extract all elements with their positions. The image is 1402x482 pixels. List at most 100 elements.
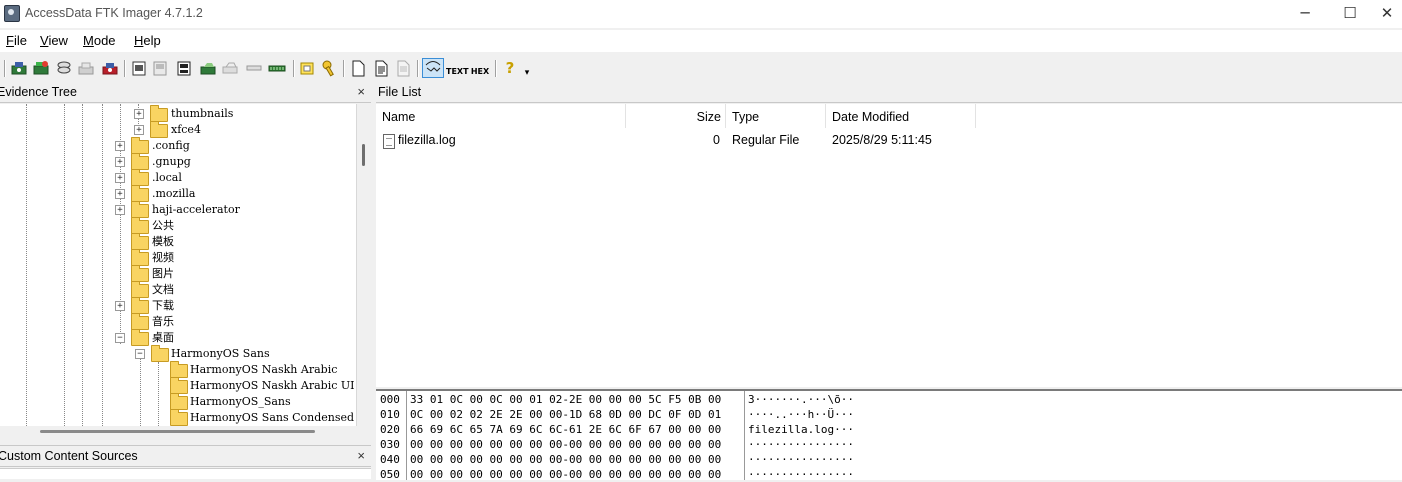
tree-node-public[interactable]: 公共 — [115, 217, 355, 234]
expand-icon[interactable]: + — [115, 173, 125, 183]
hex-offset: 000 — [380, 393, 400, 406]
collapse-icon[interactable]: − — [135, 349, 145, 359]
tree-node-downloads[interactable]: + 下载 — [115, 297, 355, 314]
tree-node-desktop[interactable]: − 桌面 — [115, 329, 355, 346]
folder-icon — [131, 169, 149, 186]
toolbar-overflow-icon[interactable]: ▾ — [522, 64, 532, 82]
minimize-button[interactable]: ─ — [1282, 2, 1328, 26]
tree-node-mozilla[interactable]: + .mozilla — [115, 185, 355, 202]
expand-icon[interactable]: + — [134, 109, 144, 119]
tree-node-music[interactable]: 音乐 — [115, 313, 355, 330]
expand-icon[interactable]: + — [115, 205, 125, 215]
remove-evidence-item-icon[interactable] — [77, 59, 95, 77]
maximize-button[interactable]: ☐ — [1327, 2, 1373, 26]
tree-node-label: 公共 — [152, 219, 174, 232]
create-custom-content-image-icon[interactable] — [221, 59, 239, 77]
evidence-tree-horizontal-scrollbar[interactable] — [0, 426, 371, 440]
close-button[interactable]: ✕ — [1372, 2, 1402, 26]
file-date-modified: 2025/8/29 5:11:45 — [832, 133, 932, 147]
remove-all-evidence-icon[interactable] — [101, 59, 119, 77]
add-to-custom-content-icon[interactable] — [199, 59, 217, 77]
auto-view-icon[interactable] — [422, 58, 444, 78]
column-header-date-modified[interactable]: Date Modified — [826, 104, 976, 128]
tree-node-videos[interactable]: 视频 — [115, 249, 355, 266]
menu-mode[interactable]: Mode — [83, 33, 116, 48]
tree-node-harmonyos-sans[interactable]: − HarmonyOS Sans — [135, 345, 355, 362]
collapse-icon[interactable]: − — [115, 333, 125, 343]
create-disk-image-icon[interactable] — [130, 59, 148, 77]
tree-node-harmonyos-naskh-arabic-ui[interactable]: HarmonyOS Naskh Arabic UI — [168, 377, 356, 394]
tree-node-label: HarmonyOS Sans — [171, 347, 270, 360]
text-view-button[interactable]: TEXT — [446, 59, 469, 77]
scrollbar-thumb[interactable] — [40, 430, 315, 433]
hex-divider — [406, 391, 407, 480]
scrollbar-thumb[interactable] — [362, 144, 365, 166]
menu-mode-mnemonic: M — [83, 33, 94, 48]
tree-node-label: haji-accelerator — [152, 203, 240, 216]
tree-node-harmonyos-sans-underscore[interactable]: HarmonyOS_Sans — [168, 393, 356, 410]
expand-icon[interactable]: + — [115, 189, 125, 199]
expand-icon[interactable]: + — [115, 141, 125, 151]
tree-node-harmonyos-naskh-arabic[interactable]: HarmonyOS Naskh Arabic — [168, 361, 356, 378]
evidence-tree-vertical-scrollbar[interactable] — [357, 104, 371, 426]
decrypt-ad1-image-icon[interactable] — [245, 59, 263, 77]
expand-icon[interactable]: + — [115, 157, 125, 167]
menu-view[interactable]: View — [40, 33, 68, 48]
expand-icon[interactable]: + — [115, 301, 125, 311]
evidence-tree: + thumbnails + xfce4 + .config + .gnupg … — [0, 104, 357, 426]
add-evidence-item-icon[interactable] — [10, 59, 28, 77]
custom-content-close-icon[interactable]: × — [357, 446, 365, 466]
tree-node-label: HarmonyOS Naskh Arabic — [190, 363, 338, 376]
tree-node-pictures[interactable]: 图片 — [115, 265, 355, 282]
menu-mode-label: ode — [93, 33, 116, 48]
hex-ascii: ················ — [748, 438, 854, 451]
folder-icon — [131, 265, 149, 282]
export-logical-image-icon[interactable] — [175, 59, 193, 77]
hex-viewer[interactable]: 000 33 01 0C 00 0C 00 01 02-2E 00 00 00 5… — [376, 389, 1402, 481]
tree-guide-line — [26, 104, 27, 426]
folder-icon — [150, 105, 168, 122]
column-header-size[interactable]: Size — [626, 104, 726, 128]
tree-node-label: HarmonyOS_Sans — [190, 395, 291, 408]
capture-memory-icon[interactable] — [298, 59, 316, 77]
evidence-tree-close-icon[interactable]: × — [357, 82, 365, 102]
app-logo-icon — [4, 5, 20, 22]
obtain-protected-files-icon[interactable] — [320, 59, 338, 77]
folder-icon — [170, 361, 188, 378]
hex-bytes: 66 69 6C 65 7A 69 6C 6C-61 2E 6C 6F 67 0… — [410, 423, 722, 436]
image-mounting-icon[interactable] — [55, 59, 73, 77]
tree-node-local[interactable]: + .local — [115, 169, 355, 186]
help-icon[interactable]: ? — [501, 59, 519, 77]
toolbar-separator — [4, 60, 6, 77]
export-disk-image-icon[interactable] — [151, 59, 169, 77]
tree-node-config[interactable]: + .config — [115, 137, 355, 154]
new-file-icon[interactable] — [349, 59, 367, 77]
hex-offset: 020 — [380, 423, 400, 436]
column-header-name[interactable]: Name — [376, 104, 626, 128]
verify-drive-image-icon[interactable] — [268, 59, 286, 77]
folder-icon — [131, 217, 149, 234]
hex-view-button[interactable]: HEX — [469, 59, 491, 77]
menu-file[interactable]: File — [6, 33, 27, 48]
toolbar-separator — [293, 60, 295, 77]
tree-node-gnupg[interactable]: + .gnupg — [115, 153, 355, 170]
folder-icon — [131, 313, 149, 330]
tree-node-label: thumbnails — [171, 107, 234, 120]
hex-bytes: 00 00 00 00 00 00 00 00-00 00 00 00 00 0… — [410, 453, 722, 466]
hex-ascii: ················ — [748, 453, 854, 466]
tree-node-documents[interactable]: 文档 — [115, 281, 355, 298]
tree-node-haji-accelerator[interactable]: + haji-accelerator — [115, 201, 355, 218]
column-header-type[interactable]: Type — [726, 104, 826, 128]
tree-node-harmonyos-sans-condensed[interactable]: HarmonyOS Sans Condensed — [168, 409, 356, 426]
tree-node-xfce4[interactable]: + xfce4 — [134, 121, 354, 138]
tree-node-templates[interactable]: 模板 — [115, 233, 355, 250]
file-properties-icon[interactable] — [372, 59, 390, 77]
tree-node-thumbnails[interactable]: + thumbnails — [134, 105, 354, 122]
folder-icon — [150, 121, 168, 138]
menu-help[interactable]: Help — [134, 33, 161, 48]
tree-guide-line — [82, 104, 83, 426]
expand-icon[interactable]: + — [134, 125, 144, 135]
add-all-attached-devices-icon[interactable] — [32, 59, 50, 77]
export-files-icon[interactable] — [394, 59, 412, 77]
tree-node-label: HarmonyOS Sans Condensed — [190, 411, 355, 424]
